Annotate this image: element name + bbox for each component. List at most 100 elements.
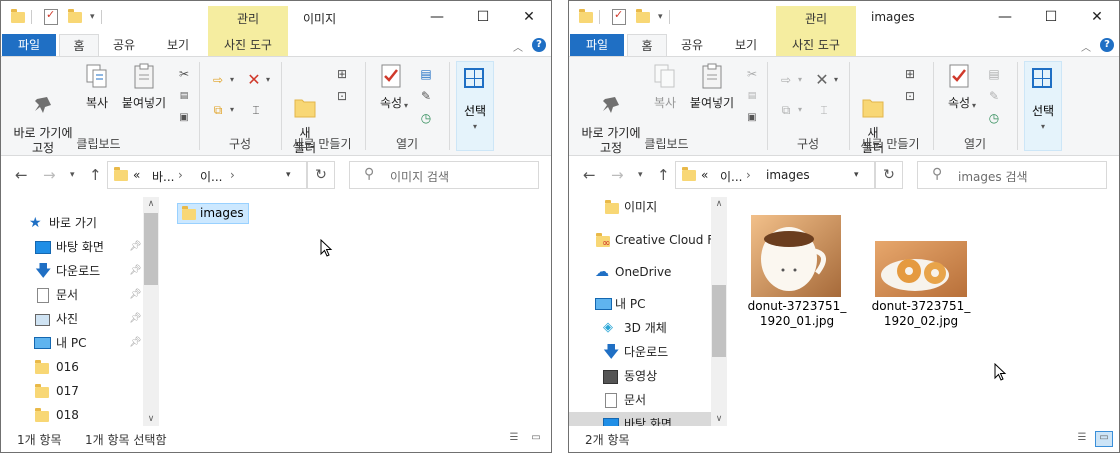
- open-icon[interactable]: ▤: [985, 65, 1003, 83]
- breadcrumb-item[interactable]: 이...: [200, 168, 222, 185]
- scroll-thumb[interactable]: [712, 285, 726, 357]
- maximize-button[interactable]: ☐: [1028, 1, 1074, 33]
- copy-path-icon[interactable]: ▤: [743, 87, 761, 105]
- collapse-ribbon-icon[interactable]: ︿: [513, 39, 523, 54]
- nav-item-pictures[interactable]: 사진 📌︎: [1, 307, 159, 331]
- search-input[interactable]: ⚲ images 검색: [917, 161, 1107, 189]
- properties-quick-icon[interactable]: [612, 8, 626, 25]
- breadcrumb-item[interactable]: 바...: [152, 168, 174, 185]
- open-icon[interactable]: ▤: [417, 65, 435, 83]
- copy-path-icon[interactable]: ▤: [175, 87, 193, 105]
- tab-file[interactable]: 파일: [2, 34, 56, 56]
- rename-icon[interactable]: ⌶: [815, 101, 833, 119]
- minimize-button[interactable]: —: [982, 1, 1028, 33]
- copy-to-dropdown-icon[interactable]: ▾: [223, 101, 241, 119]
- help-icon[interactable]: ?: [1100, 38, 1114, 52]
- forward-arrow-icon[interactable]: →: [43, 166, 56, 184]
- copy-button[interactable]: 복사: [649, 61, 681, 111]
- help-icon[interactable]: ?: [532, 38, 546, 52]
- file-item-donut-02[interactable]: donut-3723751_ 1920_02.jpg: [871, 215, 971, 335]
- nav-item-3d-objects[interactable]: ◈ 3D 개체: [569, 316, 727, 340]
- large-icons-view-icon[interactable]: ▭: [527, 431, 545, 447]
- address-bar[interactable]: « 이... › images ▾: [675, 161, 875, 189]
- up-arrow-icon[interactable]: ↑: [657, 166, 670, 184]
- file-item-images-folder[interactable]: images: [177, 203, 249, 224]
- tab-file[interactable]: 파일: [570, 34, 624, 56]
- scroll-thumb[interactable]: [144, 213, 158, 285]
- refresh-button[interactable]: ↻: [307, 161, 335, 189]
- nav-item-folder-018[interactable]: 018: [1, 403, 159, 427]
- paste-button[interactable]: 붙여넣기: [687, 61, 737, 111]
- properties-dropdown-icon[interactable]: ▾: [397, 97, 415, 115]
- tab-share[interactable]: 공유: [669, 34, 715, 56]
- scroll-down-icon[interactable]: ∨: [711, 414, 727, 424]
- nav-scrollbar[interactable]: ∧ ∨: [711, 197, 727, 426]
- nav-item-folder-016[interactable]: 016: [1, 355, 159, 379]
- history-icon[interactable]: ◷: [985, 109, 1003, 127]
- tab-picture-tools[interactable]: 사진 도구: [208, 34, 288, 56]
- nav-item-documents[interactable]: 문서 📌︎: [1, 283, 159, 307]
- delete-dropdown-icon[interactable]: ▾: [827, 71, 845, 89]
- new-folder-quick-icon[interactable]: [636, 8, 650, 23]
- move-to-dropdown-icon[interactable]: ▾: [223, 71, 241, 89]
- nav-item-onedrive[interactable]: ☁ OneDrive: [569, 260, 727, 284]
- address-dropdown-icon[interactable]: ▾: [854, 170, 859, 180]
- minimize-button[interactable]: —: [414, 1, 460, 33]
- nav-scrollbar[interactable]: ∧ ∨: [143, 197, 159, 426]
- nav-item-downloads[interactable]: 🡇 다운로드: [569, 340, 727, 364]
- new-item-icon[interactable]: ⊞: [901, 65, 919, 83]
- nav-item-downloads[interactable]: 🡇 다운로드 📌︎: [1, 259, 159, 283]
- edit-icon[interactable]: ✎: [985, 87, 1003, 105]
- nav-item-images-parent[interactable]: 이미지: [569, 195, 727, 219]
- delete-dropdown-icon[interactable]: ▾: [259, 71, 277, 89]
- details-view-icon[interactable]: ☰: [505, 431, 523, 447]
- select-button[interactable]: 선택 ▾: [456, 61, 494, 151]
- properties-dropdown-icon[interactable]: ▾: [965, 97, 983, 115]
- move-to-dropdown-icon[interactable]: ▾: [791, 71, 809, 89]
- file-item-donut-01[interactable]: donut-3723751_ 1920_01.jpg: [747, 215, 847, 335]
- maximize-button[interactable]: ☐: [460, 1, 506, 33]
- refresh-button[interactable]: ↻: [875, 161, 903, 189]
- customize-quick-access-icon[interactable]: ▾: [90, 12, 95, 22]
- edit-icon[interactable]: ✎: [417, 87, 435, 105]
- up-arrow-icon[interactable]: ↑: [89, 166, 102, 184]
- new-item-icon[interactable]: ⊞: [333, 65, 351, 83]
- recent-locations-icon[interactable]: ▾: [638, 170, 643, 180]
- nav-item-desktop[interactable]: 바탕 화면 📌︎: [1, 235, 159, 259]
- breadcrumb-separator[interactable]: ›: [230, 168, 235, 182]
- address-dropdown-icon[interactable]: ▾: [286, 170, 291, 180]
- scroll-down-icon[interactable]: ∨: [143, 414, 159, 424]
- breadcrumb-item[interactable]: images: [766, 168, 810, 182]
- tab-home[interactable]: 홈: [627, 34, 667, 56]
- easy-access-icon[interactable]: ⊡: [333, 87, 351, 105]
- nav-item-this-pc[interactable]: 내 PC: [569, 292, 727, 316]
- history-icon[interactable]: ◷: [417, 109, 435, 127]
- close-button[interactable]: ✕: [506, 1, 551, 33]
- back-arrow-icon[interactable]: ←: [583, 166, 596, 184]
- large-icons-view-icon[interactable]: ▭: [1095, 431, 1113, 447]
- nav-item-documents[interactable]: 문서: [569, 388, 727, 412]
- tab-view[interactable]: 보기: [153, 34, 203, 56]
- cut-icon[interactable]: ✂: [175, 65, 193, 83]
- details-view-icon[interactable]: ☰: [1073, 431, 1091, 447]
- rename-icon[interactable]: ⌶: [247, 101, 265, 119]
- tab-view[interactable]: 보기: [721, 34, 771, 56]
- scroll-up-icon[interactable]: ∧: [711, 199, 727, 209]
- breadcrumb-overflow[interactable]: «: [701, 168, 708, 182]
- address-bar[interactable]: « 바... › 이... › ▾: [107, 161, 307, 189]
- close-button[interactable]: ✕: [1074, 1, 1119, 33]
- breadcrumb-item[interactable]: 이...: [720, 168, 742, 185]
- breadcrumb-separator[interactable]: ›: [178, 168, 183, 182]
- recent-locations-icon[interactable]: ▾: [70, 170, 75, 180]
- breadcrumb-overflow[interactable]: «: [133, 168, 140, 182]
- paste-shortcut-icon[interactable]: ▣: [743, 109, 761, 127]
- forward-arrow-icon[interactable]: →: [611, 166, 624, 184]
- collapse-ribbon-icon[interactable]: ︿: [1081, 39, 1091, 54]
- nav-item-videos[interactable]: 동영상: [569, 364, 727, 388]
- back-arrow-icon[interactable]: ←: [15, 166, 28, 184]
- copy-to-dropdown-icon[interactable]: ▾: [791, 101, 809, 119]
- nav-item-creative-cloud[interactable]: ∞ Creative Cloud Fil: [569, 228, 727, 252]
- nav-item-folder-017[interactable]: 017: [1, 379, 159, 403]
- scroll-up-icon[interactable]: ∧: [143, 199, 159, 209]
- tab-share[interactable]: 공유: [101, 34, 147, 56]
